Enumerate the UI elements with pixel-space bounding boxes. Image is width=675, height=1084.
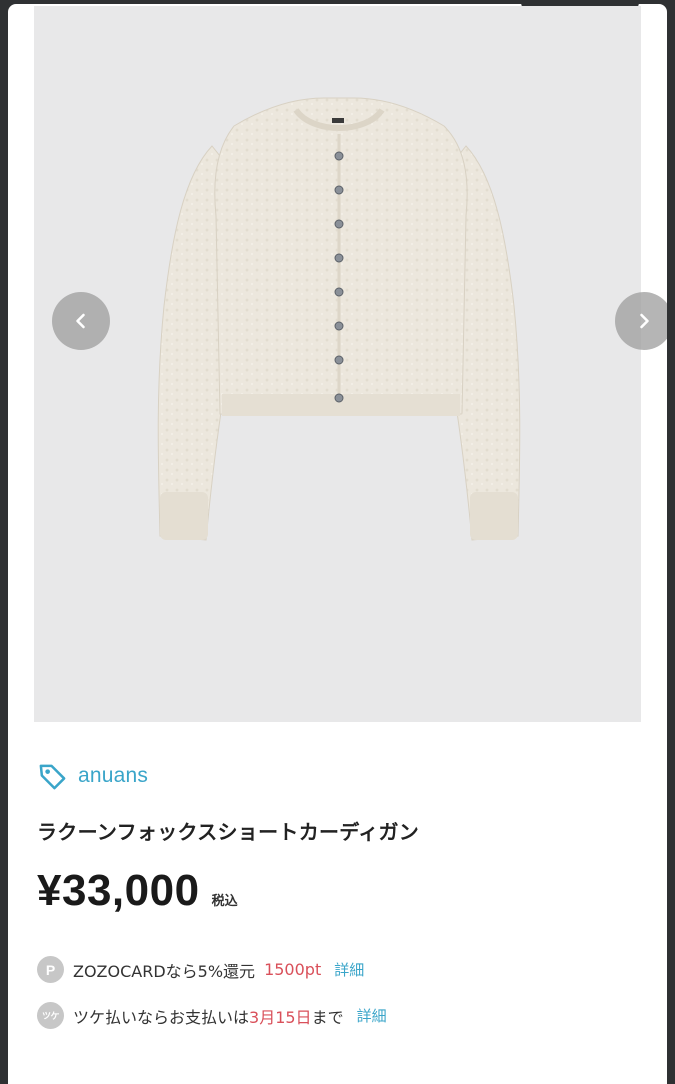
product-price: ¥33,000 <box>37 866 200 915</box>
carousel-next-button[interactable] <box>615 292 667 350</box>
tsuke-payment-row: ツケ ツケ払いならお支払いは3月15日まで 詳細 <box>37 1002 387 1029</box>
tsuke-detail-link[interactable]: 詳細 <box>357 1005 387 1026</box>
tsuke-text: ツケ払いならお支払いは <box>73 1007 250 1027</box>
payment-due-date: 3月15日 <box>249 1007 312 1027</box>
brand-link[interactable]: anuans <box>37 760 148 792</box>
product-image-carousel[interactable] <box>34 6 667 722</box>
points-icon: P <box>37 956 64 983</box>
price-row: ¥33,000 税込 <box>37 866 238 916</box>
tsuke-text-suffix: まで <box>311 1007 344 1027</box>
brand-name: anuans <box>78 764 149 787</box>
zozocard-detail-link[interactable]: 詳細 <box>334 959 364 980</box>
tag-icon <box>39 764 66 789</box>
chevron-left-icon <box>76 313 85 329</box>
tsuke-payment-icon: ツケ <box>37 1002 64 1029</box>
carousel-prev-button[interactable] <box>52 292 110 350</box>
product-title: ラクーンフォックスショートカーディガン <box>37 820 420 844</box>
tax-included-label: 税込 <box>211 894 238 909</box>
zozocard-point-row: P ZOZOCARDなら5%還元 1500pt 詳細 <box>37 956 364 983</box>
product-image <box>157 97 521 541</box>
chevron-right-icon <box>640 313 649 329</box>
zozocard-text: ZOZOCARDなら5%還元 <box>73 961 256 981</box>
points-amount: 1500pt <box>264 960 322 979</box>
product-page: anuans ラクーンフォックスショートカーディガン ¥33,000 税込 P … <box>8 4 667 1084</box>
